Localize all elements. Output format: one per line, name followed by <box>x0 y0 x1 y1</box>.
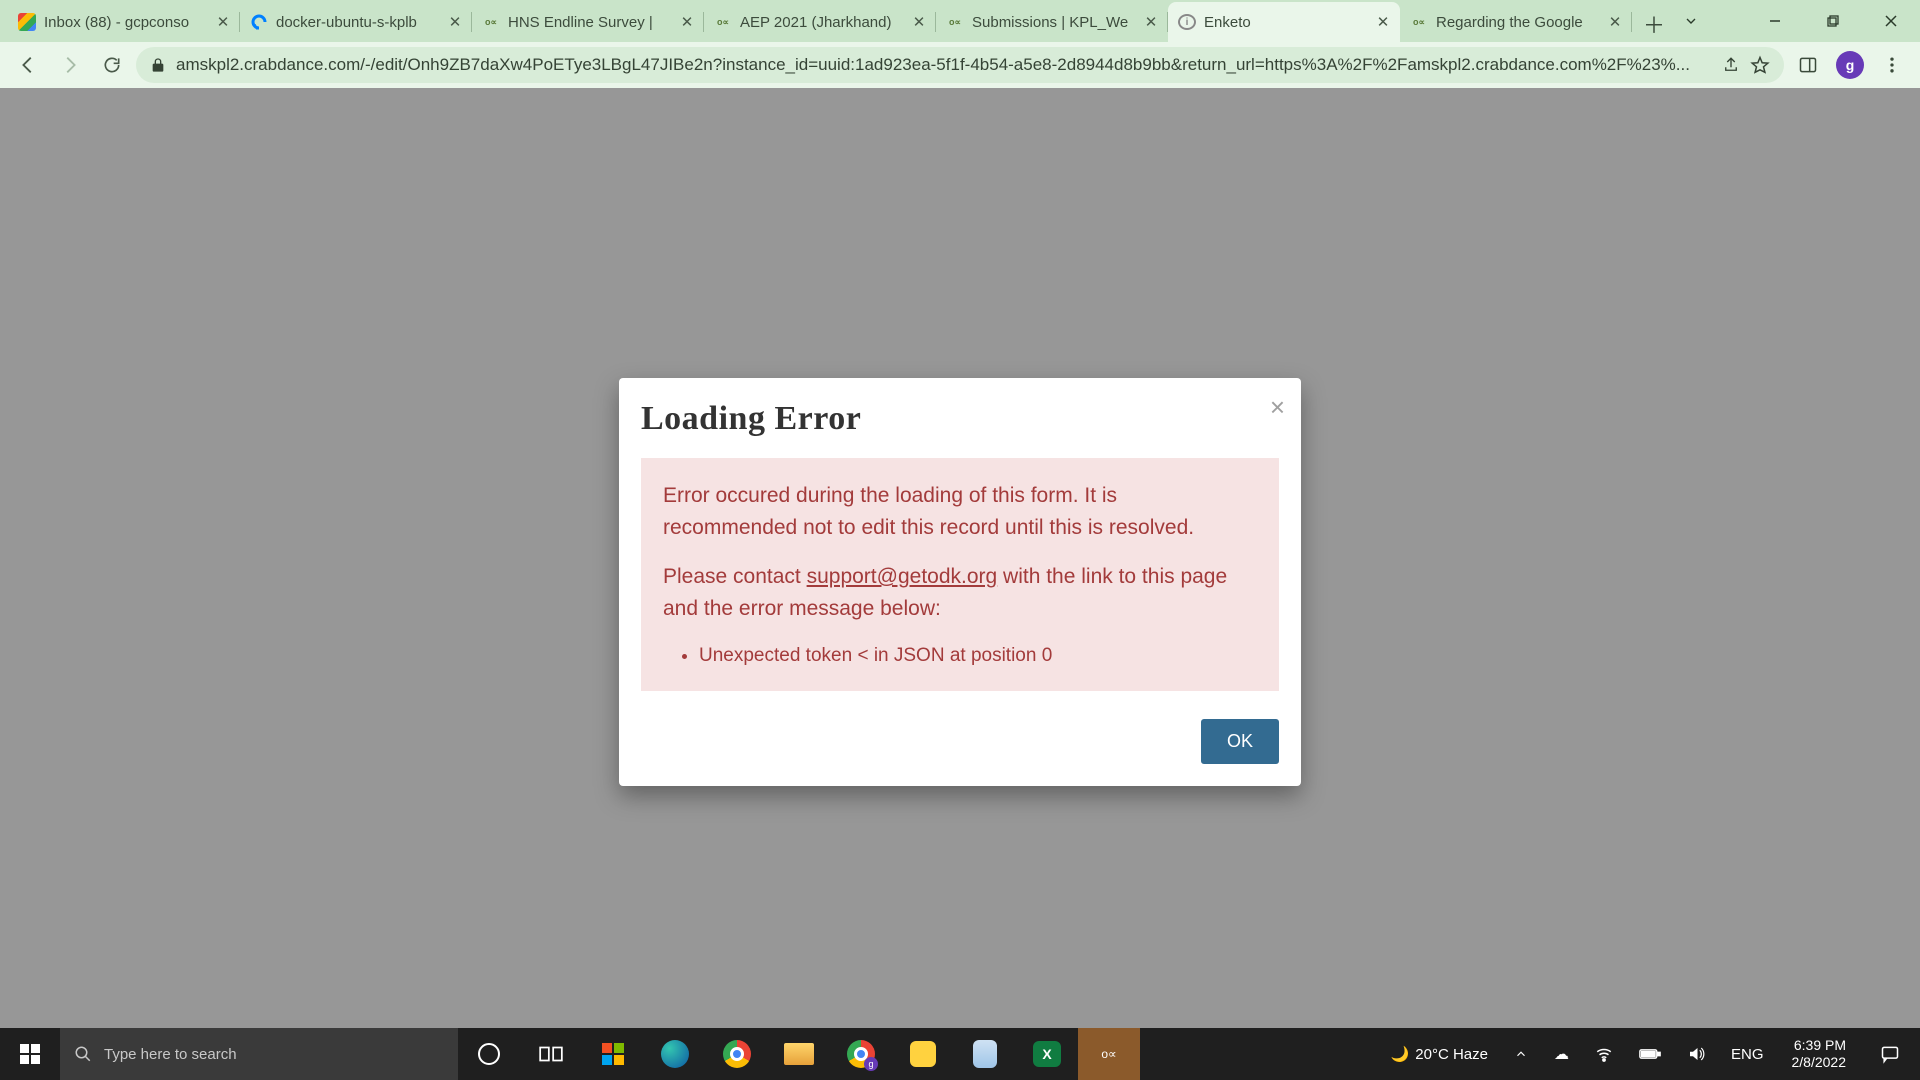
address-bar[interactable]: amskpl2.crabdance.com/-/edit/Onh9ZB7daXw… <box>136 47 1784 83</box>
odk-icon: o∝ <box>1410 13 1428 31</box>
browser-titlebar: Inbox (88) - gcpconso ✕ docker-ubuntu-s-… <box>0 0 1920 42</box>
tab-title: Submissions | KPL_We <box>972 14 1136 31</box>
clock-time: 6:39 PM <box>1794 1037 1846 1054</box>
new-tab-button[interactable]: ＋ <box>1636 6 1672 42</box>
avatar-initial: g <box>1846 57 1855 73</box>
language-indicator[interactable]: ENG <box>1723 1028 1772 1080</box>
action-center-icon[interactable] <box>1866 1028 1914 1080</box>
odk-icon: o∝ <box>714 13 732 31</box>
support-email-link[interactable]: support@getodk.org <box>807 565 998 588</box>
digitalocean-icon <box>250 13 268 31</box>
close-icon[interactable]: ✕ <box>1376 13 1390 31</box>
clock[interactable]: 6:39 PM 2/8/2022 <box>1782 1037 1857 1071</box>
error-list-item: Unexpected token < in JSON at position 0 <box>699 642 1257 671</box>
side-panel-icon[interactable] <box>1790 47 1826 83</box>
dialog-title: Loading Error <box>641 400 1279 438</box>
kebab-menu-icon[interactable] <box>1874 47 1910 83</box>
tab-strip: Inbox (88) - gcpconso ✕ docker-ubuntu-s-… <box>0 0 1672 42</box>
tab-title: docker-ubuntu-s-kplb <box>276 14 440 31</box>
volume-icon[interactable] <box>1679 1028 1713 1080</box>
notepad-icon[interactable] <box>954 1028 1016 1080</box>
taskbar-search[interactable]: Type here to search <box>60 1028 458 1080</box>
loading-error-dialog: × Loading Error Error occured during the… <box>619 378 1301 786</box>
forward-button[interactable] <box>52 47 88 83</box>
odk-icon: o∝ <box>946 13 964 31</box>
close-icon[interactable]: ✕ <box>448 13 462 31</box>
cortana-icon[interactable] <box>458 1028 520 1080</box>
chrome-icon[interactable] <box>706 1028 768 1080</box>
dialog-close-button[interactable]: × <box>1270 392 1285 423</box>
tab-gmail[interactable]: Inbox (88) - gcpconso ✕ <box>8 2 240 42</box>
chrome-profile-icon[interactable]: g <box>830 1028 892 1080</box>
error-paragraph-1: Error occured during the loading of this… <box>663 480 1257 543</box>
close-icon[interactable]: ✕ <box>1144 13 1158 31</box>
tab-odk-1[interactable]: o∝ HNS Endline Survey | ✕ <box>472 2 704 42</box>
ok-button[interactable]: OK <box>1201 719 1279 764</box>
battery-icon[interactable] <box>1631 1028 1669 1080</box>
tab-title: AEP 2021 (Jharkhand) <box>740 14 904 31</box>
close-icon[interactable]: ✕ <box>1608 13 1622 31</box>
taskbar-pins: g X o∝ <box>458 1028 1140 1080</box>
system-tray: 🌙 20°C Haze ☁ ENG 6:39 PM 2/8/2022 <box>1383 1028 1920 1080</box>
minimize-button[interactable] <box>1746 0 1804 42</box>
weather-icon: 🌙 <box>1391 1045 1410 1063</box>
bookmark-star-icon[interactable] <box>1750 55 1770 75</box>
tray-chevron-icon[interactable] <box>1506 1028 1536 1080</box>
dialog-actions: OK <box>641 719 1279 764</box>
close-icon[interactable]: ✕ <box>216 13 230 31</box>
tab-title: HNS Endline Survey | <box>508 14 672 31</box>
odk-icon: o∝ <box>482 13 500 31</box>
search-placeholder: Type here to search <box>104 1046 237 1063</box>
error-paragraph-2: Please contact support@getodk.org with t… <box>663 561 1257 624</box>
tab-odk-3[interactable]: o∝ Submissions | KPL_We ✕ <box>936 2 1168 42</box>
browser-toolbar: amskpl2.crabdance.com/-/edit/Onh9ZB7daXw… <box>0 42 1920 88</box>
weather-text: 20°C Haze <box>1415 1046 1488 1063</box>
tab-title: Regarding the Google <box>1436 14 1600 31</box>
file-explorer-icon[interactable] <box>768 1028 830 1080</box>
odk-app-icon[interactable]: o∝ <box>1078 1028 1140 1080</box>
tab-title: Enketo <box>1204 14 1368 31</box>
tab-odk-4[interactable]: o∝ Regarding the Google ✕ <box>1400 2 1632 42</box>
lock-icon <box>150 57 166 73</box>
gmail-icon <box>18 13 36 31</box>
tab-enketo[interactable]: i Enketo ✕ <box>1168 2 1400 42</box>
excel-icon[interactable]: X <box>1016 1028 1078 1080</box>
back-button[interactable] <box>10 47 46 83</box>
sticky-notes-icon[interactable] <box>892 1028 954 1080</box>
weather-widget[interactable]: 🌙 20°C Haze <box>1383 1028 1496 1080</box>
start-button[interactable] <box>0 1028 60 1080</box>
windows-taskbar: Type here to search g X o∝ 🌙 20°C Haze ☁… <box>0 1028 1920 1080</box>
window-controls <box>1746 0 1920 42</box>
tab-digitalocean[interactable]: docker-ubuntu-s-kplb ✕ <box>240 2 472 42</box>
tab-odk-2[interactable]: o∝ AEP 2021 (Jharkhand) ✕ <box>704 2 936 42</box>
task-view-icon[interactable] <box>520 1028 582 1080</box>
url-text: amskpl2.crabdance.com/-/edit/Onh9ZB7daXw… <box>176 55 1712 75</box>
error-list: Unexpected token < in JSON at position 0 <box>663 642 1257 671</box>
share-icon[interactable] <box>1722 56 1740 74</box>
edge-icon[interactable] <box>644 1028 706 1080</box>
windows-logo-icon <box>20 1044 40 1064</box>
profile-avatar[interactable]: g <box>1836 51 1864 79</box>
maximize-button[interactable] <box>1804 0 1862 42</box>
window-close-button[interactable] <box>1862 0 1920 42</box>
enketo-icon: i <box>1178 14 1196 30</box>
ms-store-icon[interactable] <box>582 1028 644 1080</box>
close-icon[interactable]: ✕ <box>912 13 926 31</box>
tab-list-dropdown[interactable] <box>1672 0 1710 42</box>
onedrive-icon[interactable]: ☁ <box>1546 1028 1577 1080</box>
search-icon <box>74 1045 92 1063</box>
reload-button[interactable] <box>94 47 130 83</box>
error-alert: Error occured during the loading of this… <box>641 458 1279 691</box>
wifi-icon[interactable] <box>1587 1028 1621 1080</box>
clock-date: 2/8/2022 <box>1792 1054 1847 1071</box>
page-viewport: × Loading Error Error occured during the… <box>0 88 1920 1028</box>
tab-title: Inbox (88) - gcpconso <box>44 14 208 31</box>
close-icon[interactable]: ✕ <box>680 13 694 31</box>
